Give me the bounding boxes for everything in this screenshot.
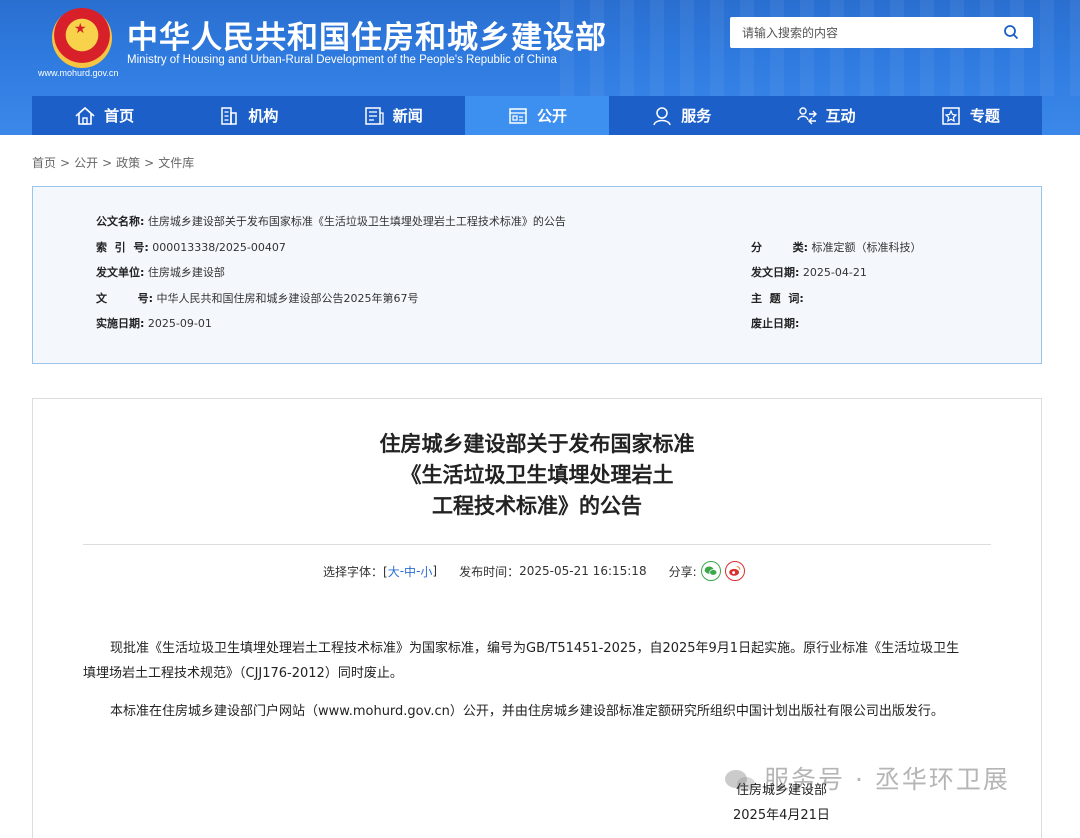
article-title: 住房城乡建设部关于发布国家标准 《生活垃圾卫生填埋处理岩土 工程技术标准》的公告 <box>33 429 1041 522</box>
keywords-row: 主 题 词: <box>751 290 804 306</box>
doc-name-label: 公文名称: <box>96 215 145 228</box>
effective-label: 实施日期: <box>96 317 145 330</box>
signer: 住房城乡建设部 <box>736 783 828 798</box>
issue-date-value: 2025-04-21 <box>802 266 867 279</box>
search-icon[interactable] <box>1003 24 1019 40</box>
nav-label: 新闻 <box>392 107 423 125</box>
breadcrumb-policy[interactable]: 政策 <box>116 156 140 170</box>
building-icon <box>221 106 238 125</box>
issuer-value: 住房城乡建设部 <box>147 266 225 279</box>
category-label: 分 类: <box>751 241 809 254</box>
wechat-share-icon[interactable] <box>700 561 721 581</box>
breadcrumb-disclosure[interactable]: 公开 <box>74 156 98 170</box>
nav-item-disclosure[interactable]: 公开 <box>464 96 610 135</box>
news-icon <box>364 106 384 125</box>
site-url: www.mohurd.gov.cn <box>38 68 119 78</box>
national-emblem-icon[interactable]: ★ <box>52 8 112 68</box>
share-label: 分享: <box>668 564 697 579</box>
breadcrumb-file-library[interactable]: 文件库 <box>158 156 194 170</box>
article-paragraph-2: 本标准在住房城乡建设部门户网站（www.mohurd.gov.cn）公开，并由住… <box>110 704 944 719</box>
breadcrumb: 首页 > 公开 > 政策 > 文件库 <box>32 156 195 170</box>
index-label: 索 引 号: <box>96 241 149 254</box>
issue-date-row: 发文日期: 2025-04-21 <box>751 264 867 280</box>
publish-label: 发布时间： <box>459 564 520 579</box>
main-nav: 首页 机构 新闻 公开 服务 互动 专题 <box>32 96 1042 135</box>
publish-time: 2025-05-21 16:15:18 <box>519 564 647 578</box>
article-title-line: 工程技术标准》的公告 <box>432 494 642 518</box>
sign-date: 2025年4月21日 <box>733 808 830 823</box>
font-large-button[interactable]: 大 <box>388 563 400 580</box>
nav-item-news[interactable]: 新闻 <box>321 96 465 135</box>
keywords-label: 主 题 词: <box>751 292 804 305</box>
site-subtitle: Ministry of Housing and Urban-Rural Deve… <box>127 54 557 66</box>
doc-name-row: 公文名称: 住房城乡建设部关于发布国家标准《生活垃圾卫生填埋处理岩土工程技术标准… <box>96 213 566 229</box>
breadcrumb-home[interactable]: 首页 <box>32 156 56 170</box>
abolish-row: 废止日期: <box>751 315 799 331</box>
abolish-label: 废止日期: <box>751 317 800 330</box>
nav-item-service[interactable]: 服务 <box>609 96 753 135</box>
nav-label: 专题 <box>969 107 1000 125</box>
nav-label: 机构 <box>248 107 279 125</box>
category-value: 标准定额（标准科技） <box>811 241 922 254</box>
issuer-row: 发文单位: 住房城乡建设部 <box>96 264 225 280</box>
header-background-decoration <box>560 0 1080 96</box>
nav-item-interaction[interactable]: 互动 <box>753 96 897 135</box>
doc-name-value: 住房城乡建设部关于发布国家标准《生活垃圾卫生填埋处理岩土工程技术标准》的公告 <box>147 215 566 228</box>
doc-no-value: 中华人民共和国住房和城乡建设部公告2025年第67号 <box>156 292 419 305</box>
title-divider <box>83 544 991 545</box>
effective-row: 实施日期: 2025-09-01 <box>96 315 212 331</box>
search-input[interactable] <box>730 17 990 48</box>
article-meta: 选择字体：[ 大-中-小 ] 发布时间： 2025-05-21 16:15:18… <box>323 561 745 581</box>
weibo-share-icon[interactable] <box>724 561 745 581</box>
doc-no-row: 文 号: 中华人民共和国住房和城乡建设部公告2025年第67号 <box>96 290 419 306</box>
index-value: 000013338/2025-00407 <box>152 241 286 254</box>
nav-label: 公开 <box>536 107 567 125</box>
document-info-box: 公文名称: 住房城乡建设部关于发布国家标准《生活垃圾卫生填埋处理岩土工程技术标准… <box>32 186 1042 364</box>
disclosure-icon <box>509 107 527 124</box>
category-row: 分 类: 标准定额（标准科技） <box>751 239 922 255</box>
issue-date-label: 发文日期: <box>751 266 800 279</box>
article-title-line: 住房城乡建设部关于发布国家标准 <box>379 432 695 456</box>
service-icon <box>653 106 671 125</box>
article-title-line: 《生活垃圾卫生填埋处理岩土 <box>400 463 674 487</box>
topic-icon <box>942 106 960 125</box>
font-choice-label: 选择字体：[ <box>323 564 388 579</box>
font-choice-end: ] <box>432 564 438 578</box>
home-icon <box>75 106 95 125</box>
effective-value: 2025-09-01 <box>147 317 212 330</box>
index-row: 索 引 号: 000013338/2025-00407 <box>96 239 286 255</box>
search-box <box>730 17 1033 48</box>
nav-label: 互动 <box>825 107 856 125</box>
article-paragraph-1-line-2: 填埋场岩土工程技术规范》（CJJ176-2012）同时废止。 <box>83 666 403 681</box>
font-small-button[interactable]: 小 <box>420 563 432 580</box>
article-paragraph-1-line-1: 现批准《生活垃圾卫生填埋处理岩土工程技术标准》为国家标准，编号为GB/T5145… <box>110 641 960 656</box>
nav-label: 首页 <box>104 107 135 125</box>
nav-item-topic[interactable]: 专题 <box>898 96 1042 135</box>
nav-item-home[interactable]: 首页 <box>32 96 176 135</box>
nav-label: 服务 <box>681 107 712 125</box>
doc-no-label: 文 号: <box>96 292 154 305</box>
issuer-label: 发文单位: <box>96 266 145 279</box>
font-medium-button[interactable]: 中 <box>404 563 416 580</box>
interaction-icon <box>796 106 817 124</box>
nav-item-organization[interactable]: 机构 <box>176 96 320 135</box>
site-title[interactable]: 中华人民共和国住房和城乡建设部 <box>127 12 607 57</box>
